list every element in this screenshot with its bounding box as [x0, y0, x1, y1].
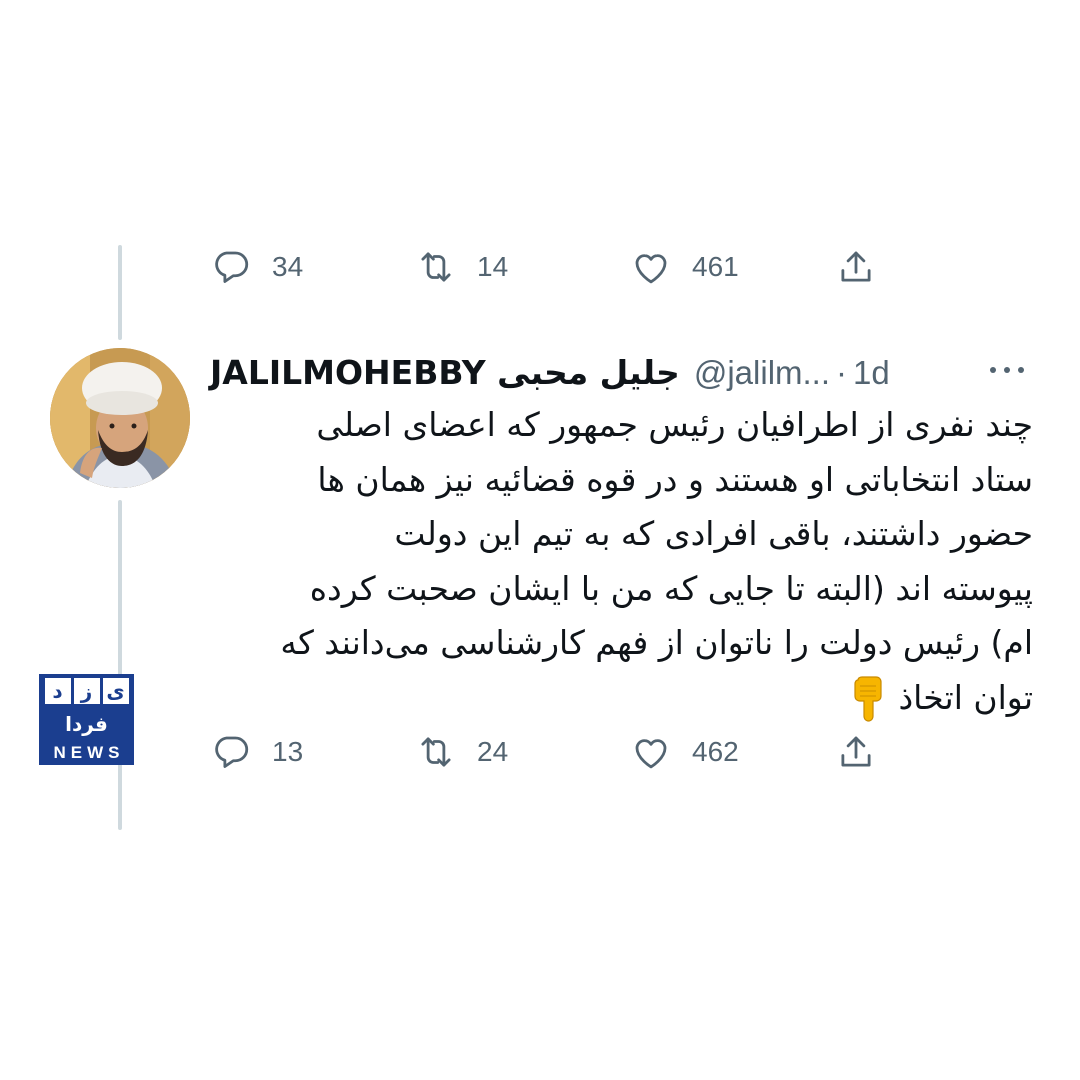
- tweet-action-bar: 13 24 462: [210, 727, 900, 777]
- pointing-down-emoji-icon: [854, 676, 883, 722]
- share-icon: [841, 736, 871, 767]
- tweet-text-line: حضور داشتند، باقی افرادی که به تیم این د…: [394, 514, 1033, 553]
- avatar-photo: [50, 348, 190, 488]
- avatar[interactable]: [50, 348, 190, 488]
- like-count: 462: [692, 736, 739, 767]
- like-button[interactable]: 462: [630, 727, 739, 777]
- share-button[interactable]: [835, 242, 877, 292]
- retweet-button[interactable]: 24: [415, 727, 508, 777]
- display-name[interactable]: JALILMOHEBBY جلیل محبی: [210, 353, 680, 392]
- share-icon: [841, 251, 871, 282]
- reply-button[interactable]: 34: [210, 242, 303, 292]
- retweet-count: 24: [477, 736, 509, 767]
- timestamp[interactable]: 1d: [853, 354, 890, 392]
- tweet-text: چند نفری از اطرافیان رئیس جمهور که اعضای…: [205, 398, 1033, 725]
- retweet-icon: [421, 252, 451, 282]
- logo-brand: NEWS: [53, 743, 125, 762]
- retweet-icon: [421, 737, 451, 767]
- share-button[interactable]: [835, 727, 877, 777]
- like-button[interactable]: 461: [630, 242, 739, 292]
- like-count: 461: [692, 251, 739, 282]
- separator-dot: ·: [836, 353, 848, 391]
- tweet-text-line: ستاد انتخاباتی او هستند و در قوه قضائیه …: [317, 459, 1033, 499]
- heart-icon: [635, 254, 667, 284]
- reply-count: 34: [272, 251, 304, 282]
- reply-icon: [215, 736, 249, 768]
- tweet-text-line: چند نفری از اطرافیان رئیس جمهور که اعضای…: [316, 405, 1033, 444]
- reply-count: 13: [272, 736, 304, 767]
- logo-letters: ی ز د: [44, 678, 129, 704]
- logo-letter: د: [44, 678, 71, 704]
- reply-button[interactable]: 13: [210, 727, 303, 777]
- heart-icon: [635, 739, 667, 769]
- tweet-text-line: پیوسته اند (البته تا جایی که من با ایشان…: [309, 568, 1033, 608]
- reply-icon: [215, 251, 249, 283]
- thread-line-top: [118, 245, 122, 340]
- retweet-button[interactable]: 14: [415, 242, 508, 292]
- tweet-text-line: توان اتخاذ: [898, 677, 1033, 717]
- tweet-text-line: ام) رئیس دولت را ناتوان از فهم کارشناسی …: [280, 623, 1033, 662]
- logo-letter: ی: [102, 678, 129, 704]
- user-handle[interactable]: @jalilm...: [694, 354, 830, 392]
- previous-tweet-action-bar: 34 14 461: [210, 242, 900, 292]
- logo-word: فردا: [65, 712, 108, 736]
- retweet-count: 14: [477, 251, 509, 282]
- tweet-text-last-line: توان اتخاذ: [205, 671, 1033, 726]
- logo-letter: ز: [73, 678, 100, 704]
- watermark-logo: ی ز د فردا NEWS: [39, 674, 134, 765]
- more-icon[interactable]: [984, 355, 1030, 385]
- thread-line-bottom: [118, 500, 122, 830]
- tweet-header: JALILMOHEBBY جلیل محبی @jalilm... · 1d: [210, 345, 1030, 400]
